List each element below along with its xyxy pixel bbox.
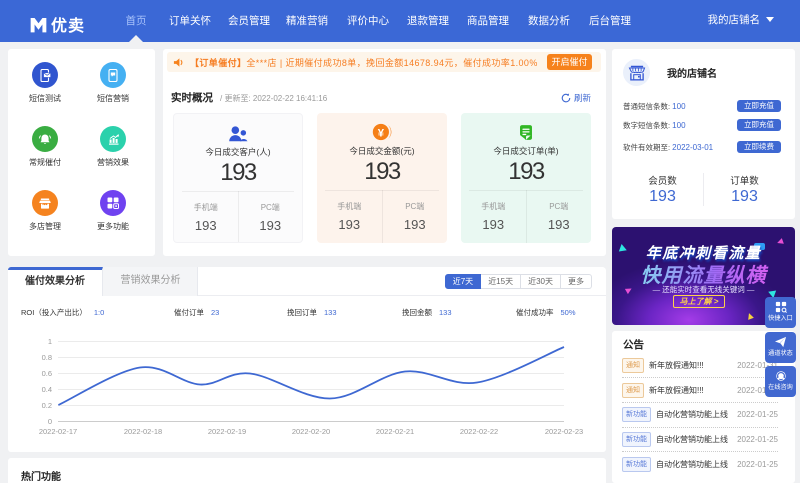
svg-text:2022-02-20: 2022-02-20: [292, 427, 330, 436]
svg-text:¥: ¥: [377, 127, 384, 139]
svg-text:0.4: 0.4: [42, 385, 52, 394]
svg-text:0.8: 0.8: [42, 353, 52, 362]
svg-text:0.2: 0.2: [42, 401, 52, 410]
svg-text:0: 0: [48, 417, 52, 426]
svg-text:1: 1: [48, 337, 52, 346]
svg-text:2022-02-18: 2022-02-18: [124, 427, 162, 436]
svg-text:2022-02-21: 2022-02-21: [376, 427, 414, 436]
svg-text:2022-02-17: 2022-02-17: [39, 427, 77, 436]
svg-text:2022-02-22: 2022-02-22: [460, 427, 498, 436]
svg-text:2022-02-23: 2022-02-23: [545, 427, 583, 436]
svg-text:0.6: 0.6: [42, 369, 52, 378]
svg-text:2022-02-19: 2022-02-19: [208, 427, 246, 436]
